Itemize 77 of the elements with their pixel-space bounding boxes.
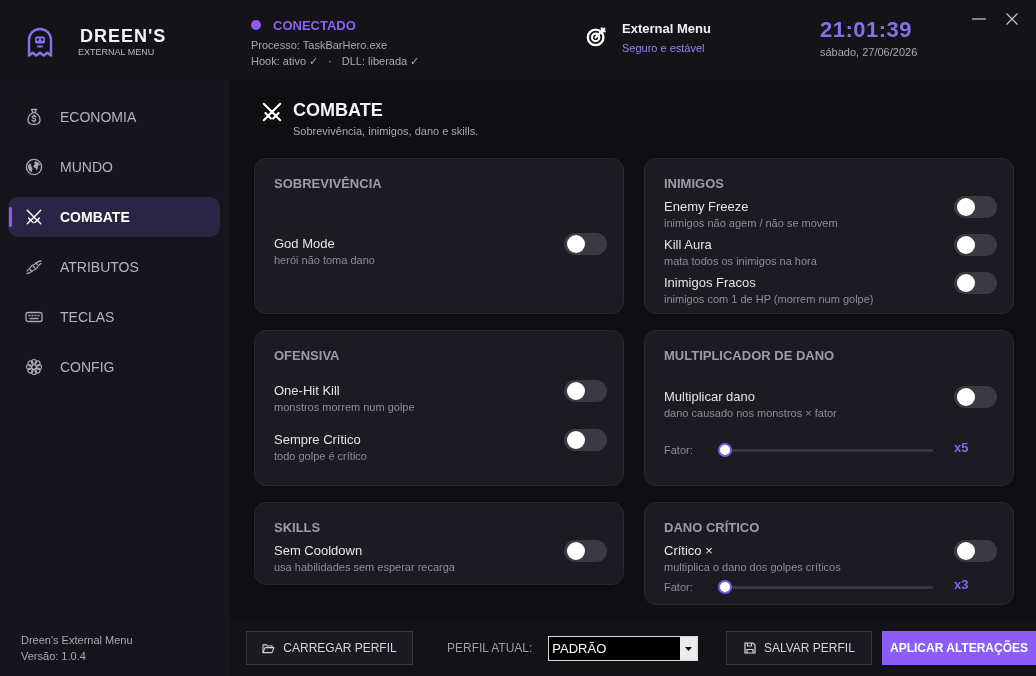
dll-status: DLL: liberada ✓ xyxy=(341,54,420,69)
card-title: SKILLS xyxy=(274,519,322,536)
setting-description: inimigos com 1 de HP (morrem num golpe) xyxy=(664,292,874,306)
card-title: MULTIPLICADOR DE DANO xyxy=(664,347,836,364)
setting-label: Multiplicar dano xyxy=(664,387,757,405)
sidebar-item[interactable]: MUNDO xyxy=(8,147,220,187)
sidebar-item[interactable]: COMBATE xyxy=(8,197,220,237)
toggle-switch[interactable] xyxy=(954,234,997,256)
card-title: INIMIGOS xyxy=(664,175,725,192)
save-profile-button[interactable]: SALVAR PERFIL xyxy=(726,631,873,665)
target-icon xyxy=(586,25,608,47)
crossed-swords-icon xyxy=(25,208,43,226)
setting-label: Sempre Crítico xyxy=(274,431,362,449)
sidebar-item[interactable]: TECLAS xyxy=(8,297,220,337)
setting-label: Inimigos Fracos xyxy=(664,274,757,291)
setting-label: One-Hit Kill xyxy=(274,381,341,399)
toggle-switch[interactable] xyxy=(954,385,997,408)
factor-value: x5 xyxy=(954,439,970,455)
slider-thumb[interactable] xyxy=(718,443,732,458)
ghost-icon xyxy=(25,26,55,58)
clock-time: 21:01:39 xyxy=(820,16,914,44)
page-title: COMBATE xyxy=(293,100,384,120)
slider-thumb[interactable] xyxy=(718,580,732,594)
gear-icon xyxy=(25,358,43,376)
save-icon xyxy=(743,642,756,654)
toggle-switch[interactable] xyxy=(564,540,607,562)
money-bag-icon xyxy=(25,108,43,126)
caret-icon[interactable] xyxy=(680,636,698,660)
globe-icon xyxy=(25,158,43,176)
clock-date: sábado, 27/06/2026 xyxy=(820,45,919,60)
page-subtitle: Sobrevivência, inimigos, dano e skills. xyxy=(293,124,479,138)
crossed-swords-icon xyxy=(261,101,283,123)
setting-description: dano causado nos monstros × fator xyxy=(664,405,837,420)
setting-label: Sem Cooldown xyxy=(274,542,364,559)
setting-description: inimigos não agem / não se movem xyxy=(664,216,838,230)
setting-description: monstros morrem num golpe xyxy=(274,399,415,414)
hook-status: Hook: ativo ✓ xyxy=(251,54,319,69)
toggle-switch[interactable] xyxy=(954,196,997,218)
setting-description: todo golpe é crítico xyxy=(274,449,367,464)
setting-description: multiplica o dano dos golpes críticos xyxy=(664,560,841,574)
folder-icon xyxy=(262,642,276,654)
service-title: External Menu xyxy=(622,21,711,37)
toggle-switch[interactable] xyxy=(564,429,607,452)
card-title: DANO CRÍTICO xyxy=(664,519,761,536)
setting-description: mata todos os inimigos na hora xyxy=(664,254,817,268)
version-text: Versão: 1.0.4 xyxy=(21,649,87,664)
brand-title: DREEN'S xyxy=(80,26,167,46)
toggle-switch[interactable] xyxy=(564,379,607,402)
factor-value: x3 xyxy=(954,576,970,592)
close-icon[interactable] xyxy=(1006,13,1018,25)
brand-subtitle: EXTERNAL MENU xyxy=(78,47,156,58)
setting-description: herói não toma dano xyxy=(274,252,375,267)
service-subtitle: Seguro e estável xyxy=(622,41,706,56)
profile-dropdown[interactable]: PADRÃO xyxy=(548,635,699,661)
card-title: OFENSIVA xyxy=(274,347,341,364)
setting-label: Enemy Freeze xyxy=(664,198,750,215)
card-title: SOBREVIVÊNCIA xyxy=(274,175,383,192)
sidebar-item[interactable]: ECONOMIA xyxy=(8,97,220,137)
factor-label: Fator: xyxy=(664,443,694,458)
apply-button[interactable]: APLICAR ALTERAÇÕES xyxy=(882,631,1036,665)
app-name-text: Dreen's External Menu xyxy=(21,633,134,648)
setting-description: usa habilidades sem esperar recarga xyxy=(274,560,455,574)
sidebar-item[interactable]: CONFIG xyxy=(8,347,220,387)
status-label: CONECTADO xyxy=(273,17,356,33)
profile-label: PERFIL ATUAL: xyxy=(447,641,533,655)
toggle-switch[interactable] xyxy=(564,232,607,255)
sidebar-item[interactable]: ATRIBUTOS xyxy=(8,247,220,287)
separator-text: · xyxy=(328,54,332,69)
load-profile-button[interactable]: CARREGAR PERFIL xyxy=(246,631,413,665)
setting-label: God Mode xyxy=(274,234,336,252)
factor-label: Fator: xyxy=(664,580,694,594)
setting-label: Crítico × xyxy=(664,542,714,559)
toggle-switch[interactable] xyxy=(954,540,997,562)
setting-label: Kill Aura xyxy=(664,236,713,253)
process-text: Processo: TaskBarHero.exe xyxy=(251,38,389,53)
toggle-switch[interactable] xyxy=(954,272,997,294)
dna-icon xyxy=(25,258,43,276)
